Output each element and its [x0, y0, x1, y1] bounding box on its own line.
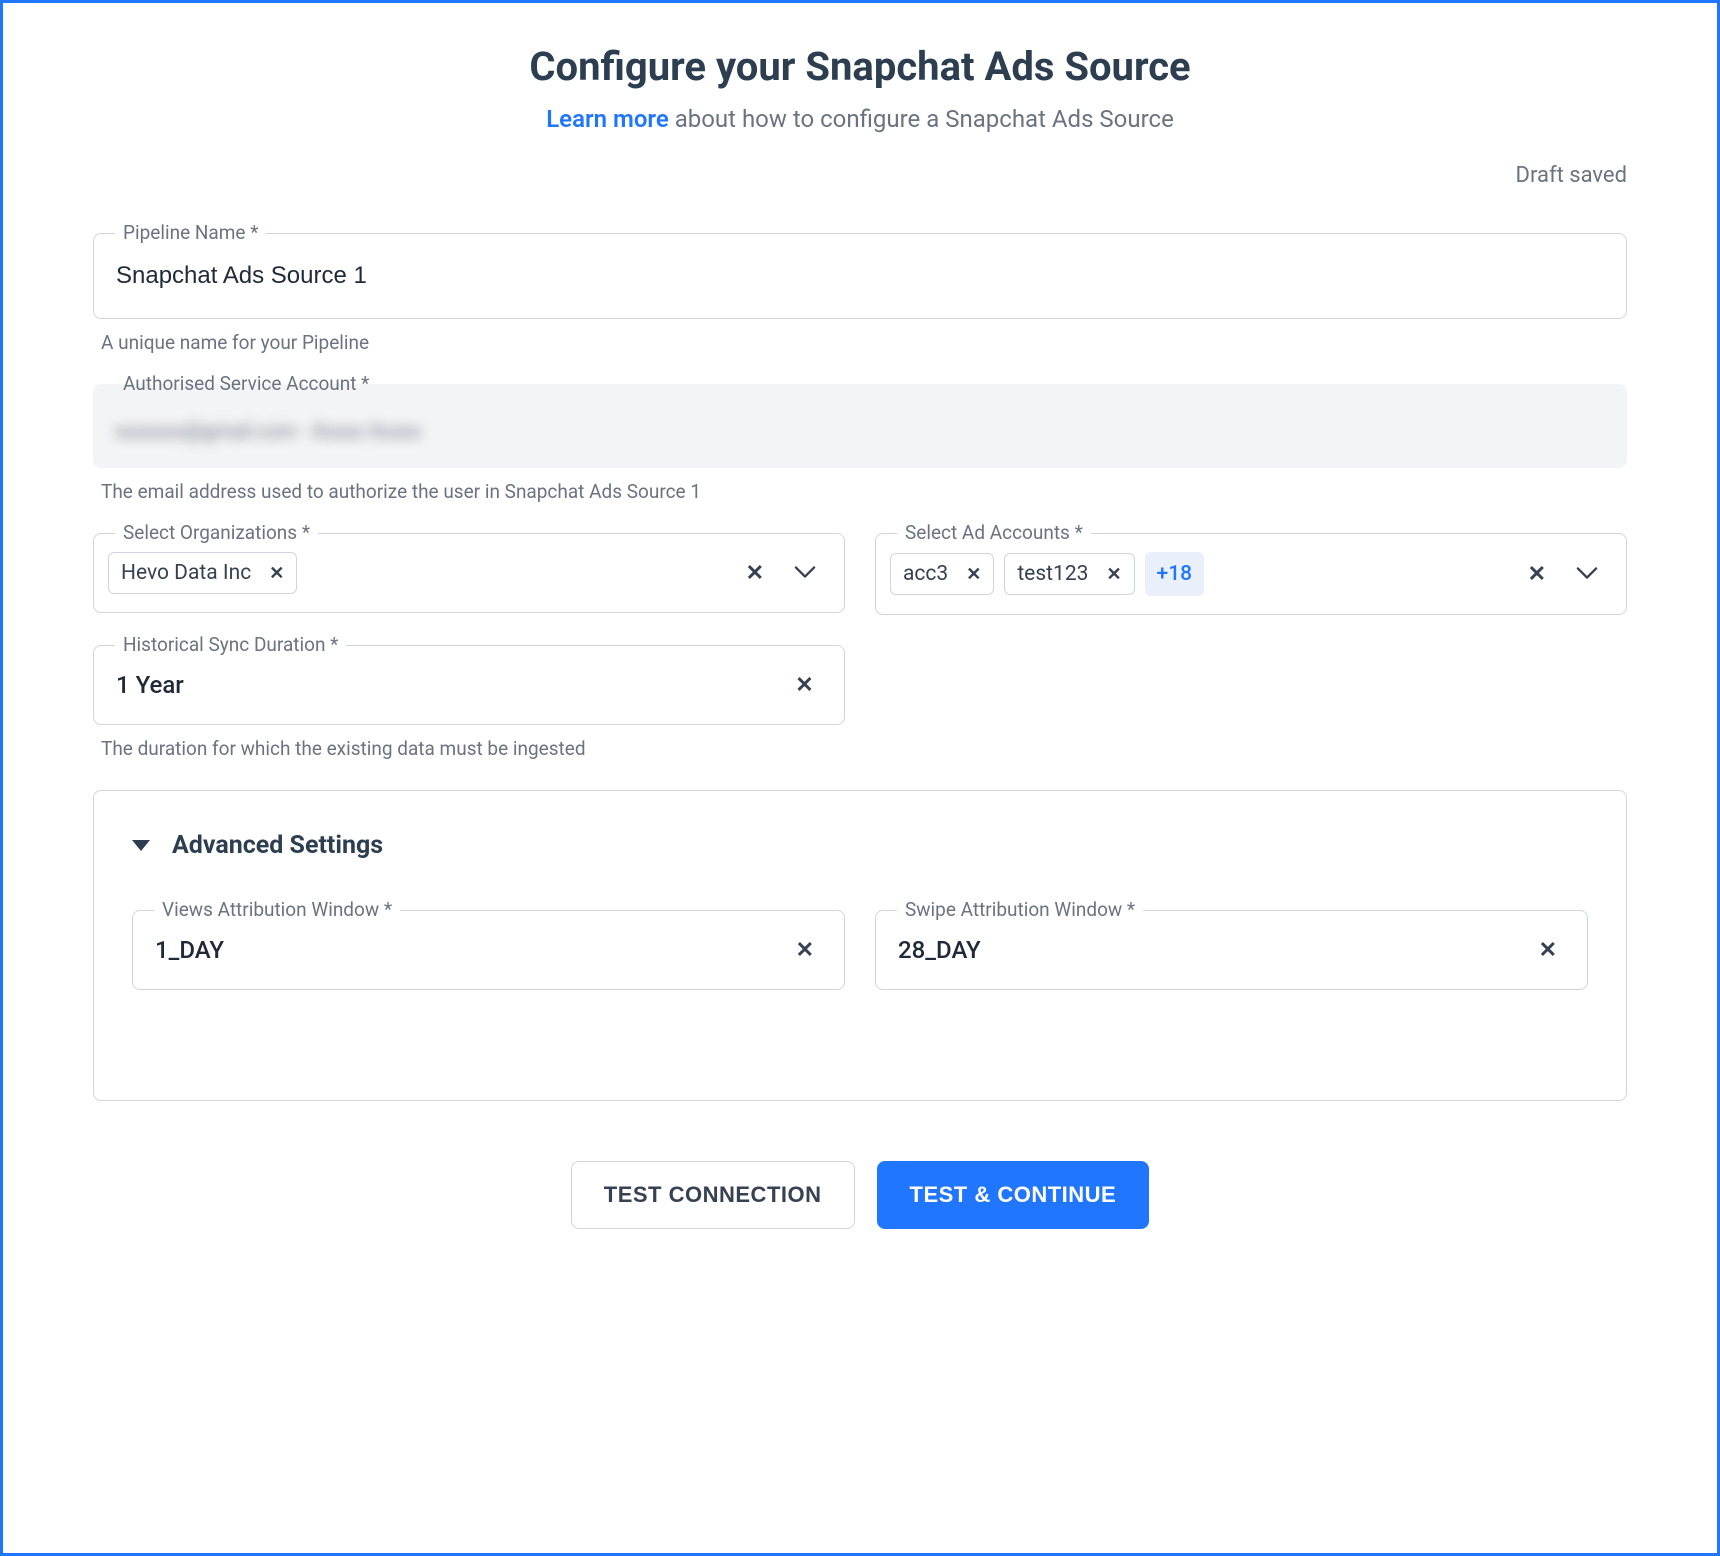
test-continue-button[interactable]: TEST & CONTINUE: [877, 1161, 1150, 1229]
pipeline-name-field: Pipeline Name *: [93, 233, 1627, 319]
historical-sync-label: Historical Sync Duration *: [115, 633, 346, 656]
ad-account-chip-label: acc3: [903, 562, 948, 586]
more-count-badge[interactable]: +18: [1145, 552, 1205, 596]
advanced-settings-panel: Advanced Settings Views Attribution Wind…: [93, 790, 1627, 1101]
ad-accounts-select[interactable]: acc3 ✕ test123 ✕ +18 ✕: [875, 533, 1627, 615]
service-account-value: xxxxxxx@gmail.com - Xxxxx Xxxxx: [115, 419, 421, 443]
caret-down-icon: [132, 840, 150, 851]
subtitle-text: about how to configure a Snapchat Ads So…: [669, 105, 1174, 133]
organizations-field: Select Organizations * Hevo Data Inc ✕ ✕: [93, 533, 845, 615]
service-account-display: xxxxxxx@gmail.com - Xxxxx Xxxxx: [93, 384, 1627, 468]
historical-sync-helper: The duration for which the existing data…: [101, 737, 1627, 760]
clear-icon[interactable]: ✕: [1528, 562, 1546, 587]
historical-sync-field: Historical Sync Duration * 1 Year ✕: [93, 645, 845, 725]
service-account-label: Authorised Service Account *: [115, 372, 377, 395]
page-title: Configure your Snapchat Ads Source: [93, 43, 1627, 90]
ad-account-actions: ✕: [1528, 562, 1612, 587]
swipe-attribution-field: Swipe Attribution Window * 28_DAY ✕: [875, 910, 1588, 990]
pipeline-name-label: Pipeline Name *: [115, 221, 266, 244]
clear-icon[interactable]: ✕: [1539, 938, 1557, 963]
swipe-attribution-value: 28_DAY: [898, 936, 981, 964]
advanced-settings-title: Advanced Settings: [172, 831, 383, 860]
ad-account-chip-2: test123 ✕: [1004, 553, 1134, 595]
service-account-helper: The email address used to authorize the …: [101, 480, 1627, 503]
page-subtitle: Learn more about how to configure a Snap…: [93, 105, 1627, 133]
page-header: Configure your Snapchat Ads Source Learn…: [93, 43, 1627, 133]
learn-more-link[interactable]: Learn more: [546, 105, 669, 133]
draft-saved-status: Draft saved: [93, 163, 1627, 188]
footer-actions: TEST CONNECTION TEST & CONTINUE: [93, 1161, 1627, 1229]
config-page: Configure your Snapchat Ads Source Learn…: [0, 0, 1720, 1556]
clear-icon[interactable]: ✕: [796, 938, 814, 963]
historical-sync-select[interactable]: 1 Year ✕: [93, 645, 845, 725]
organizations-select[interactable]: Hevo Data Inc ✕ ✕: [93, 533, 845, 613]
close-icon[interactable]: ✕: [966, 564, 981, 585]
attribution-row: Views Attribution Window * 1_DAY ✕ Swipe…: [132, 910, 1588, 990]
swipe-attribution-label: Swipe Attribution Window *: [897, 898, 1143, 921]
advanced-settings-toggle[interactable]: Advanced Settings: [132, 831, 1588, 860]
org-adaccount-row: Select Organizations * Hevo Data Inc ✕ ✕…: [93, 533, 1627, 615]
close-icon[interactable]: ✕: [269, 563, 284, 584]
views-attribution-label: Views Attribution Window *: [154, 898, 400, 921]
historical-sync-value: 1 Year: [116, 671, 184, 699]
chevron-down-icon[interactable]: [794, 564, 816, 583]
ad-account-chip-label: test123: [1017, 562, 1088, 586]
pipeline-name-input[interactable]: [93, 233, 1627, 319]
ad-accounts-field: Select Ad Accounts * acc3 ✕ test123 ✕ +1…: [875, 533, 1627, 615]
clear-icon[interactable]: ✕: [746, 561, 764, 586]
chevron-down-icon[interactable]: [1576, 565, 1598, 584]
clear-icon[interactable]: ✕: [795, 673, 813, 698]
service-account-field: Authorised Service Account * xxxxxxx@gma…: [93, 384, 1627, 468]
test-connection-button[interactable]: TEST CONNECTION: [571, 1161, 855, 1229]
ad-accounts-label: Select Ad Accounts *: [897, 521, 1091, 544]
views-attribution-select[interactable]: 1_DAY ✕: [132, 910, 845, 990]
views-attribution-field: Views Attribution Window * 1_DAY ✕: [132, 910, 845, 990]
views-attribution-value: 1_DAY: [155, 936, 224, 964]
org-chip-label: Hevo Data Inc: [121, 561, 251, 585]
org-chip: Hevo Data Inc ✕: [108, 552, 297, 594]
close-icon[interactable]: ✕: [1106, 564, 1121, 585]
organizations-label: Select Organizations *: [115, 521, 318, 544]
ad-account-chip-1: acc3 ✕: [890, 553, 994, 595]
pipeline-name-helper: A unique name for your Pipeline: [101, 331, 1627, 354]
org-actions: ✕: [746, 561, 830, 586]
swipe-attribution-select[interactable]: 28_DAY ✕: [875, 910, 1588, 990]
